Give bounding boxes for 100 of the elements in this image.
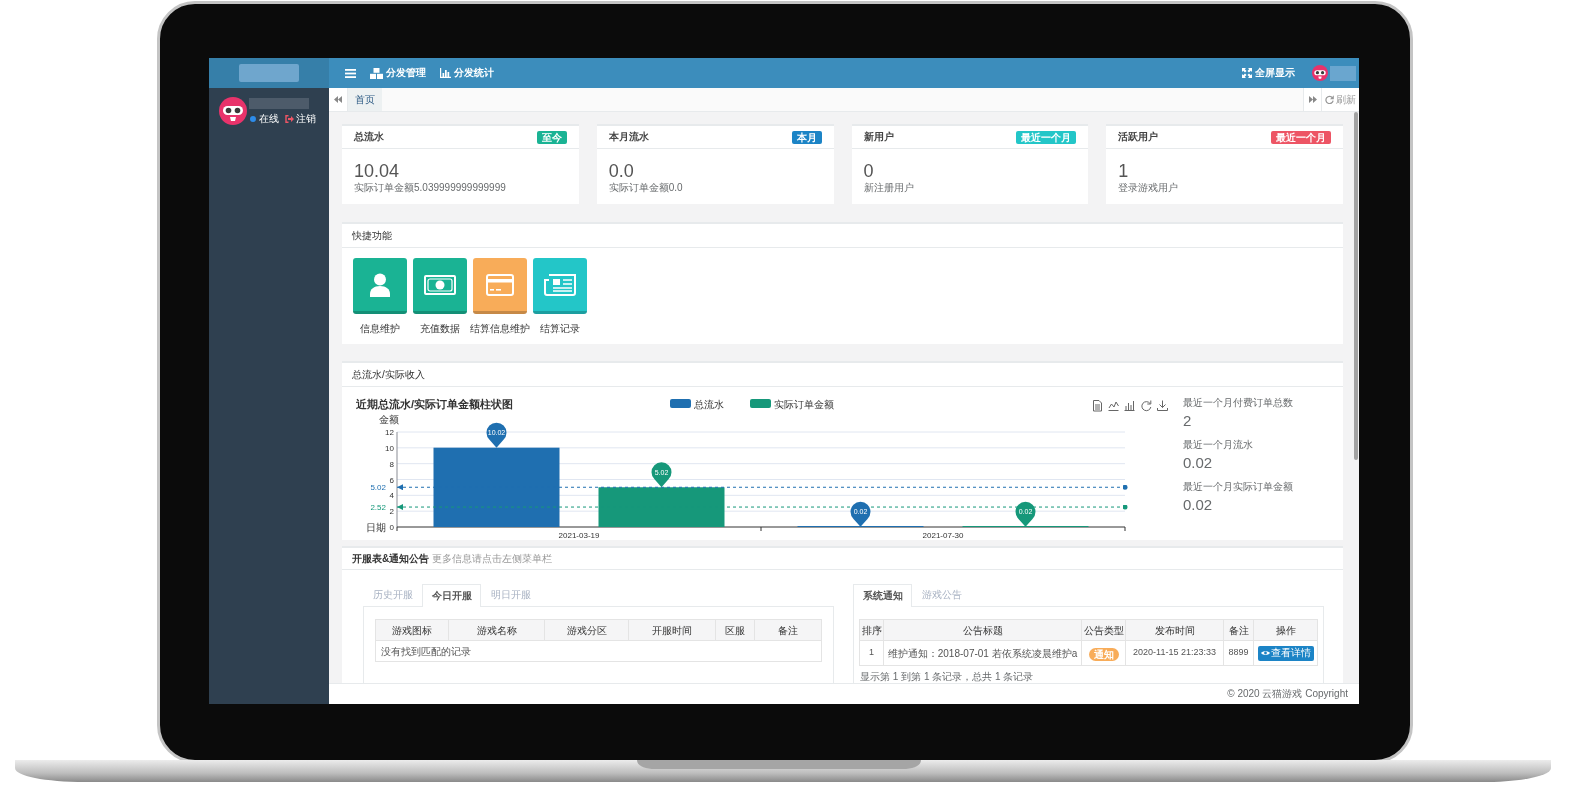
stat-value: 10.04 [354,161,400,181]
double-right-arrow-icon [1308,96,1317,103]
period-badge: 最近一个月 [1271,130,1331,144]
notice-tab[interactable]: 游戏公告 [912,584,971,606]
menu-icon [345,68,356,78]
download-icon[interactable] [1157,400,1168,411]
panel-hint: 更多信息请点击左侧菜单栏 [432,553,553,564]
tile-label: 结算记录 [540,322,580,335]
schedule-tab[interactable]: 历史开服 [363,584,422,606]
chart-title: 近期总流水/实际订单金额柱状图 [356,398,514,410]
scroll-left-button[interactable] [329,88,348,111]
table-header-cell: 备注 [1223,619,1254,641]
average-line-label: 2.52 [370,503,386,513]
axis-tick-label: 12 [385,428,394,437]
axis-tick-label: 6 [389,475,394,485]
axis-tick-label: 4 [389,491,394,501]
card-title: 总流水 [354,132,384,142]
period-badge: 至今 [536,130,567,144]
y-axis-title: 金额 [379,414,399,425]
stat-value: 0.0 [608,161,634,181]
table-cell: 1 [859,640,884,666]
refresh-icon[interactable] [1141,400,1152,412]
logo-placeholder [239,64,299,82]
panel-title: 快捷功能 [352,230,392,241]
stat-note: 实际订单金额0.0 [608,181,683,194]
table-header-cell: 备注 [754,619,822,641]
quick-action-tile[interactable] [473,258,527,314]
table-header-cell: 公告标题 [883,619,1082,641]
period-badge: 本月 [791,130,822,144]
empty-table-message: 没有找到匹配的记录 [375,640,822,662]
refresh-button[interactable]: 刷新 [1321,88,1359,111]
table-header-cell: 游戏分区 [544,619,629,641]
stat-value: 2 [1183,411,1192,431]
scroll-right-button[interactable] [1303,88,1321,111]
table-header-cell: 区服 [715,619,755,641]
axis-tick-label: 8 [389,459,394,469]
nav-menu-item[interactable]: 分发管理 [370,67,426,79]
stat-label: 最近一个月付费订单总数 [1183,396,1293,409]
stat-note: 新注册用户 [863,181,914,194]
table-header-cell: 操作 [1253,619,1318,641]
quick-action-tile[interactable] [353,258,407,314]
boxes-icon [370,67,383,79]
legend-label[interactable]: 总流水 [694,398,724,410]
stat-value: 0.02 [1183,453,1213,473]
stat-label: 最近一个月实际订单金额 [1183,480,1293,493]
axis-tick-label: 10 [385,443,394,453]
pagination-info: 显示第 1 到第 1 条记录，总共 1 条记录 [860,670,1034,683]
legend-label[interactable]: 实际订单金额 [774,398,834,410]
bar-chart-icon[interactable] [1124,400,1135,411]
stat-value: 0.02 [1183,495,1213,515]
card-title: 活跃用户 [1118,132,1159,142]
newspaper-icon [544,273,576,296]
category-label: 2021-03-19 [558,530,600,540]
bar-chart-icon [440,68,451,78]
menu-toggle-button[interactable] [345,68,356,78]
table-cell: 2020-11-15 21:23:33 [1125,640,1224,666]
notice-tab[interactable]: 系统通知 [853,584,912,607]
table-cell: 维护通知：2018-07-01 若依系统凌晨维护a [883,640,1082,666]
username-placeholder [1330,65,1356,81]
document-icon[interactable] [1093,400,1102,412]
category-label: 2021-07-30 [922,530,964,540]
axis-tick-label: 0 [389,523,394,532]
page-tab[interactable]: 首页 [348,88,382,111]
refresh-icon [1325,95,1334,104]
table-header-cell: 开服时间 [628,619,716,641]
person-icon [370,272,390,297]
eye-icon [1260,650,1270,656]
fullscreen-button[interactable]: 全屏显示 [1242,68,1295,78]
schedule-tab[interactable]: 今日开服 [422,584,481,607]
scrollbar-thumb[interactable] [1354,112,1358,460]
panel-title: 总流水/实际收入 [352,369,425,380]
axis-tick-label: 2 [389,507,394,517]
schedule-tab[interactable]: 明日开服 [481,584,540,606]
card-title: 本月流水 [608,132,649,142]
online-status-text: 在线 [259,112,279,125]
stat-note: 实际订单金额5.039999999999999 [354,181,506,194]
line-chart-icon[interactable] [1108,401,1119,411]
logout-link[interactable]: 注销 [285,112,316,125]
quick-action-tile[interactable] [413,258,467,314]
table-header-cell: 游戏图标 [375,619,449,641]
double-left-arrow-icon [334,96,342,103]
table-cell: 8899 [1223,640,1254,666]
credit-card-icon [486,273,514,296]
average-line-label: 5.02 [370,483,386,493]
nav-menu-item[interactable]: 分发统计 [440,68,494,78]
view-details-button[interactable]: 查看详情 [1257,645,1314,661]
period-badge: 最近一个月 [1016,130,1077,144]
table-header-cell: 排序 [859,619,884,641]
stat-note: 登录游戏用户 [1118,181,1179,194]
avatar-icon[interactable] [1312,65,1328,81]
copyright-text: © 2020 云猫游戏 Copyright [1227,689,1348,699]
username-placeholder [249,98,309,109]
tile-label: 充值数据 [420,322,460,335]
quick-action-tile[interactable] [533,258,587,314]
stat-label: 最近一个月流水 [1183,438,1253,451]
avatar-icon [219,97,247,125]
table-header-cell: 发布时间 [1125,619,1224,641]
status-dot-icon [250,115,256,122]
tile-label: 结算信息维护 [470,322,530,335]
x-axis-title: 日期 [366,521,386,533]
